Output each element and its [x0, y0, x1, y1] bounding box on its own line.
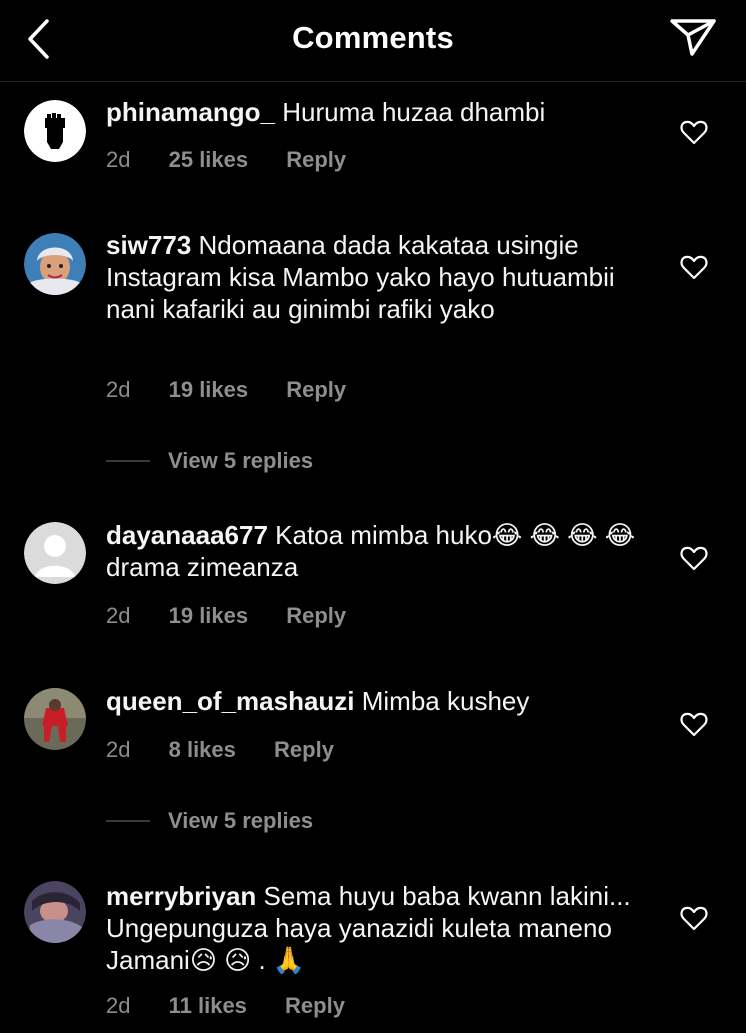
replies-divider — [106, 459, 150, 462]
header-bar: Comments — [0, 0, 746, 82]
reply-button[interactable]: Reply — [286, 377, 346, 403]
view-replies-button[interactable]: View 5 replies — [106, 808, 313, 838]
comment-username[interactable]: phinamango_ — [106, 97, 275, 127]
comment-text: queen_of_mashauzi Mimba kushey — [106, 685, 646, 717]
replies-divider — [106, 819, 150, 822]
comment-text: siw773 Ndomaana dada kakataa usingie Ins… — [106, 229, 646, 325]
page-title: Comments — [292, 20, 454, 55]
avatar[interactable] — [24, 522, 86, 584]
reply-button[interactable]: Reply — [286, 147, 346, 173]
avatar[interactable] — [24, 688, 86, 750]
heart-outline-icon — [680, 255, 708, 280]
reply-button[interactable]: Reply — [286, 603, 346, 629]
like-button[interactable] — [680, 545, 708, 571]
likes-count[interactable]: 19 likes — [169, 377, 249, 403]
comment-time: 2d — [106, 993, 131, 1018]
comment-meta: 2d 11 likes Reply — [106, 993, 345, 1019]
comment-time: 2d — [106, 147, 131, 172]
comment-time: 2d — [106, 737, 131, 762]
view-replies-button[interactable]: View 5 replies — [106, 448, 313, 478]
like-button[interactable] — [680, 711, 708, 737]
comment-meta: 2d 19 likes Reply — [106, 603, 346, 629]
likes-count[interactable]: 25 likes — [169, 147, 249, 173]
comment-meta: 2d 25 likes Reply — [106, 147, 346, 173]
comment-body: Huruma huzaa dhambi — [282, 97, 546, 127]
heart-outline-icon — [680, 712, 708, 737]
comment-time: 2d — [106, 377, 131, 402]
comment-username[interactable]: dayanaaa677 — [106, 520, 268, 550]
likes-count[interactable]: 11 likes — [169, 993, 247, 1019]
comment-text: phinamango_ Huruma huzaa dhambi — [106, 96, 646, 128]
reply-button[interactable]: Reply — [285, 993, 345, 1019]
reply-button[interactable]: Reply — [274, 737, 334, 763]
share-button[interactable] — [668, 14, 718, 60]
comment-username[interactable]: merrybriyan — [106, 881, 256, 911]
comment-text: dayanaaa677 Katoa mimba huko😂 😂 😂 😂drama… — [106, 519, 646, 583]
likes-count[interactable]: 8 likes — [169, 737, 236, 763]
comment-body: Mimba kushey — [361, 686, 530, 716]
avatar[interactable] — [24, 100, 86, 162]
comment-meta: 2d 19 likes Reply — [106, 377, 346, 403]
avatar[interactable] — [24, 881, 86, 943]
heart-outline-icon — [680, 906, 708, 931]
comment-username[interactable]: siw773 — [106, 230, 191, 260]
heart-outline-icon — [680, 546, 708, 571]
like-button[interactable] — [680, 905, 708, 931]
like-button[interactable] — [680, 254, 708, 280]
like-button[interactable] — [680, 119, 708, 145]
view-replies-label: View 5 replies — [168, 808, 314, 833]
heart-outline-icon — [680, 120, 708, 145]
comment-meta: 2d 8 likes Reply — [106, 737, 334, 763]
avatar[interactable] — [24, 233, 86, 295]
default-avatar-icon — [24, 522, 86, 584]
comment-text: merrybriyan Sema huyu baba kwann lakini.… — [106, 880, 646, 976]
comment-username[interactable]: queen_of_mashauzi — [106, 686, 355, 716]
comment-time: 2d — [106, 603, 131, 628]
paper-plane-icon — [670, 19, 716, 56]
view-replies-label: View 5 replies — [168, 448, 314, 473]
likes-count[interactable]: 19 likes — [169, 603, 249, 629]
